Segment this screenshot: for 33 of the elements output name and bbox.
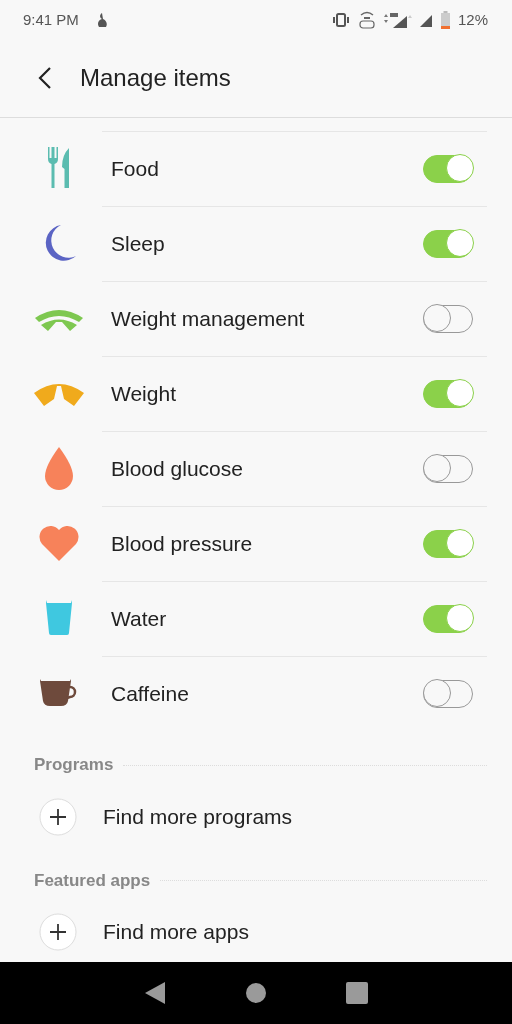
home-nav-icon[interactable]: [245, 982, 267, 1005]
drop-icon: [43, 446, 75, 491]
toggle-switch[interactable]: [423, 379, 473, 408]
cup-icon: [39, 679, 79, 708]
toggle-switch[interactable]: [423, 154, 473, 183]
fork-knife-icon: [47, 147, 71, 190]
item-label: Water: [111, 606, 167, 631]
toggle-switch[interactable]: [423, 529, 473, 558]
find-more-link[interactable]: Find more programs: [103, 804, 293, 829]
back-nav-icon[interactable]: [144, 981, 167, 1006]
item-label: Weight management: [111, 306, 305, 331]
section-title: Programs: [34, 755, 114, 776]
status-time: 9:41 PM: [23, 11, 79, 29]
page-title: Manage items: [80, 64, 231, 93]
toggle-switch[interactable]: [423, 229, 473, 258]
plus-icon[interactable]: [39, 913, 77, 952]
section-title: Featured apps: [34, 870, 151, 891]
find-more-link[interactable]: Find more apps: [103, 920, 249, 945]
item-label: Sleep: [111, 231, 165, 256]
item-label: Food: [111, 156, 159, 181]
battery-icon: [440, 10, 450, 29]
plus-icon[interactable]: [39, 797, 77, 836]
item-label: Blood glucose: [111, 456, 243, 481]
heart-icon: [38, 524, 80, 563]
item-label: Weight: [111, 381, 176, 406]
vibrate-icon: [330, 12, 351, 27]
recents-nav-icon[interactable]: [345, 982, 368, 1005]
battery-percent: 12%: [457, 11, 488, 29]
item-label: Caffeine: [111, 681, 189, 706]
back-icon[interactable]: [38, 67, 52, 90]
glass-icon: [45, 600, 73, 637]
item-label: Blood pressure: [111, 531, 253, 556]
toggle-switch[interactable]: [423, 604, 473, 633]
